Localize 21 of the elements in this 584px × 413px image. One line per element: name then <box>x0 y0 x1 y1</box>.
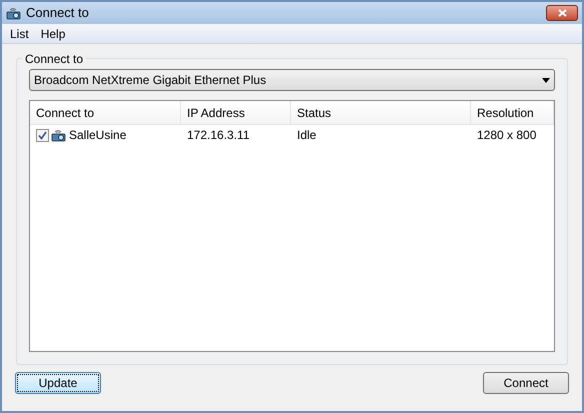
adapter-dropdown[interactable]: Broadcom NetXtreme Gigabit Ethernet Plus <box>29 69 555 91</box>
action-button[interactable]: Update <box>15 372 101 394</box>
table-cell-text: Idle <box>297 127 316 144</box>
window-title: Connect to <box>26 4 90 22</box>
dropdown-arrow-icon <box>542 78 550 82</box>
column-header[interactable]: Resolution <box>471 101 554 124</box>
close-icon <box>558 9 566 17</box>
action-button[interactable]: Connect <box>483 372 569 394</box>
check-icon <box>38 130 47 140</box>
projector-icon <box>6 6 22 20</box>
table-cell-text: 172.16.3.11 <box>187 127 250 144</box>
projector-icon <box>51 128 67 142</box>
table-cell-text: SalleUsine <box>69 127 126 144</box>
close-button[interactable] <box>546 5 578 21</box>
menu-item[interactable]: Help <box>40 24 66 42</box>
table-cell-text: 1280 x 800 <box>477 127 536 144</box>
column-header[interactable]: IP Address <box>181 101 291 124</box>
column-header[interactable]: Status <box>291 101 471 124</box>
checkbox[interactable] <box>36 128 49 142</box>
column-header[interactable]: Connect to <box>30 101 181 124</box>
menu-item[interactable]: List <box>10 24 29 42</box>
